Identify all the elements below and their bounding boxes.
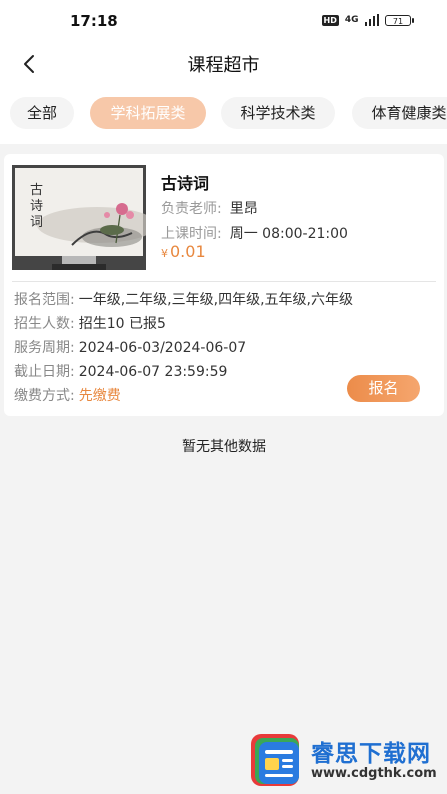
detail-value: 2024-06-07 23:59:59 [78,364,228,380]
course-card[interactable]: 古诗词 古诗词 负责老师: 里昂 上课时间: 周一 08:00-21:00 ¥0.0… [4,154,444,416]
battery-icon: 71 [385,14,414,26]
signal-icon [364,14,379,26]
detail-value: 2024-06-03/2024-06-07 [78,340,247,356]
detail-row-enrollment: 招生人数: 招生10 已报5 [14,313,166,333]
tab-all[interactable]: 全部 [10,97,74,129]
teacher-label: 负责老师: [161,201,222,217]
page-title: 课程超市 [187,55,260,76]
hd-badge: HD [321,14,339,26]
watermark-title: 睿思下载网 [311,741,431,767]
watermark-logo-icon [251,734,299,786]
tab-subject-extension[interactable]: 学科拓展类 [90,97,206,129]
status-icons: HD 4G 71 [321,14,414,26]
watermark: 睿思下载网 www.cdgthk.com [247,728,447,788]
teacher-row: 负责老师: 里昂 [161,198,258,218]
detail-row-deadline: 截止日期: 2024-06-07 23:59:59 [14,361,227,381]
payment-method-value: 先缴费 [78,388,121,404]
detail-value: 一年级,二年级,三年级,四年级,五年级,六年级 [78,292,353,308]
detail-label: 招生人数: [14,316,75,332]
currency-symbol: ¥ [161,247,168,260]
card-divider [12,281,436,282]
class-time-row: 上课时间: 周一 08:00-21:00 [161,223,348,243]
price-value: 0.01 [170,242,206,261]
course-name: 古诗词 [161,174,210,193]
detail-label: 截止日期: [14,364,75,380]
detail-label: 缴费方式: [14,388,75,404]
class-time-value: 周一 08:00-21:00 [229,226,348,242]
wifi-icon: 4G [344,15,359,25]
detail-row-range: 报名范围: 一年级,二年级,三年级,四年级,五年级,六年级 [14,289,353,309]
course-price: ¥0.01 [161,242,206,261]
watermark-url: www.cdgthk.com [311,766,437,781]
detail-label: 报名范围: [14,292,75,308]
detail-value: 招生10 已报5 [78,316,166,332]
detail-label: 服务周期: [14,340,75,356]
teacher-value: 里昂 [229,201,258,217]
detail-row-service-period: 服务周期: 2024-06-03/2024-06-07 [14,337,246,357]
navbar: 课程超市 [0,40,447,86]
empty-message: 暂无其他数据 [182,439,266,455]
class-time-label: 上课时间: [161,226,222,242]
tab-science-tech[interactable]: 科学技术类 [221,97,335,129]
tab-sports-health[interactable]: 体育健康类 [352,97,447,129]
course-thumbnail: 古诗词 [12,165,146,270]
thumbnail-caption: 古诗词 [30,183,44,230]
signup-button[interactable]: 报名 [347,375,420,402]
status-bar: 17:18 HD 4G 71 [0,0,447,40]
status-time: 17:18 [70,12,118,30]
detail-row-payment: 缴费方式: 先缴费 [14,385,121,405]
category-tabs: 全部 学科拓展类 科学技术类 体育健康类 [0,86,447,144]
